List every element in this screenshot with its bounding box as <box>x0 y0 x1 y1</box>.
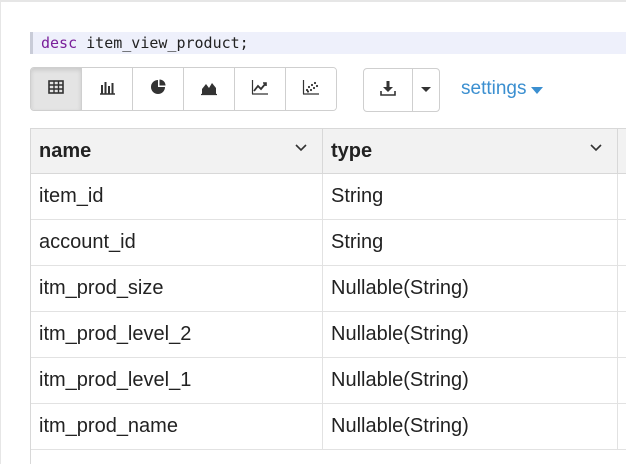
pie-chart-button[interactable] <box>133 68 184 110</box>
cell-type: Nullable(String) <box>323 358 618 403</box>
cell-type: Nullable(String) <box>323 266 618 311</box>
table-header: name type <box>31 128 626 174</box>
table-row[interactable]: item_id String <box>31 174 626 220</box>
scatter-chart-button[interactable] <box>286 68 336 110</box>
cell-name: itm_prod_level_2 <box>31 312 323 357</box>
area-chart-icon <box>200 78 218 101</box>
left-border <box>0 0 1 464</box>
line-chart-button[interactable] <box>235 68 286 110</box>
download-options-button[interactable] <box>413 69 439 111</box>
column-header-type[interactable]: type <box>323 129 618 173</box>
table-row[interactable]: itm_prod_level_1 Nullable(String) <box>31 358 626 404</box>
chevron-down-icon[interactable] <box>589 141 603 155</box>
cell-empty <box>618 404 626 449</box>
table-view-button[interactable] <box>31 68 82 110</box>
cell-type: String <box>323 174 618 219</box>
visualization-toolbar <box>30 67 337 111</box>
cell-type: String <box>323 220 618 265</box>
cell-name: itm_prod_size <box>31 266 323 311</box>
column-header-empty <box>618 129 626 173</box>
download-button[interactable] <box>364 69 413 111</box>
table-row[interactable]: account_id String <box>31 220 626 266</box>
query-rest: item_view_product; <box>77 34 249 52</box>
table-icon <box>47 78 65 101</box>
bar-chart-icon <box>98 78 116 101</box>
cell-name: item_id <box>31 174 323 219</box>
column-header-label: type <box>331 139 373 162</box>
line-chart-icon <box>251 78 269 101</box>
column-header-label: name <box>39 139 92 162</box>
area-chart-button[interactable] <box>184 68 235 110</box>
cell-empty <box>618 358 626 403</box>
bar-chart-button[interactable] <box>82 68 133 110</box>
table-row[interactable]: itm_prod_size Nullable(String) <box>31 266 626 312</box>
cell-empty <box>618 220 626 265</box>
scatter-chart-icon <box>302 78 320 101</box>
settings-label: settings <box>461 78 527 99</box>
cell-type: Nullable(String) <box>323 312 618 357</box>
caret-down-icon <box>531 86 544 94</box>
chevron-down-icon <box>420 81 432 99</box>
query-keyword: desc <box>41 34 78 52</box>
download-icon <box>379 79 397 102</box>
cell-type: Nullable(String) <box>323 404 618 449</box>
settings-dropdown[interactable]: settings <box>461 78 544 100</box>
cell-name: account_id <box>31 220 323 265</box>
table-row[interactable]: itm_prod_name Nullable(String) <box>31 404 626 450</box>
cell-empty <box>618 174 626 219</box>
pie-chart-icon <box>149 78 167 101</box>
query-text[interactable]: desc item_view_product; <box>30 32 626 54</box>
column-header-name[interactable]: name <box>31 129 323 173</box>
cell-name: itm_prod_name <box>31 404 323 449</box>
download-dropdown <box>363 68 440 112</box>
table-row[interactable]: itm_prod_level_2 Nullable(String) <box>31 312 626 358</box>
cell-empty <box>618 266 626 311</box>
chevron-down-icon[interactable] <box>294 141 308 155</box>
results-table: name type item_id String account_id Stri… <box>30 128 626 464</box>
cell-empty <box>618 312 626 357</box>
top-border <box>0 0 626 2</box>
cell-name: itm_prod_level_1 <box>31 358 323 403</box>
